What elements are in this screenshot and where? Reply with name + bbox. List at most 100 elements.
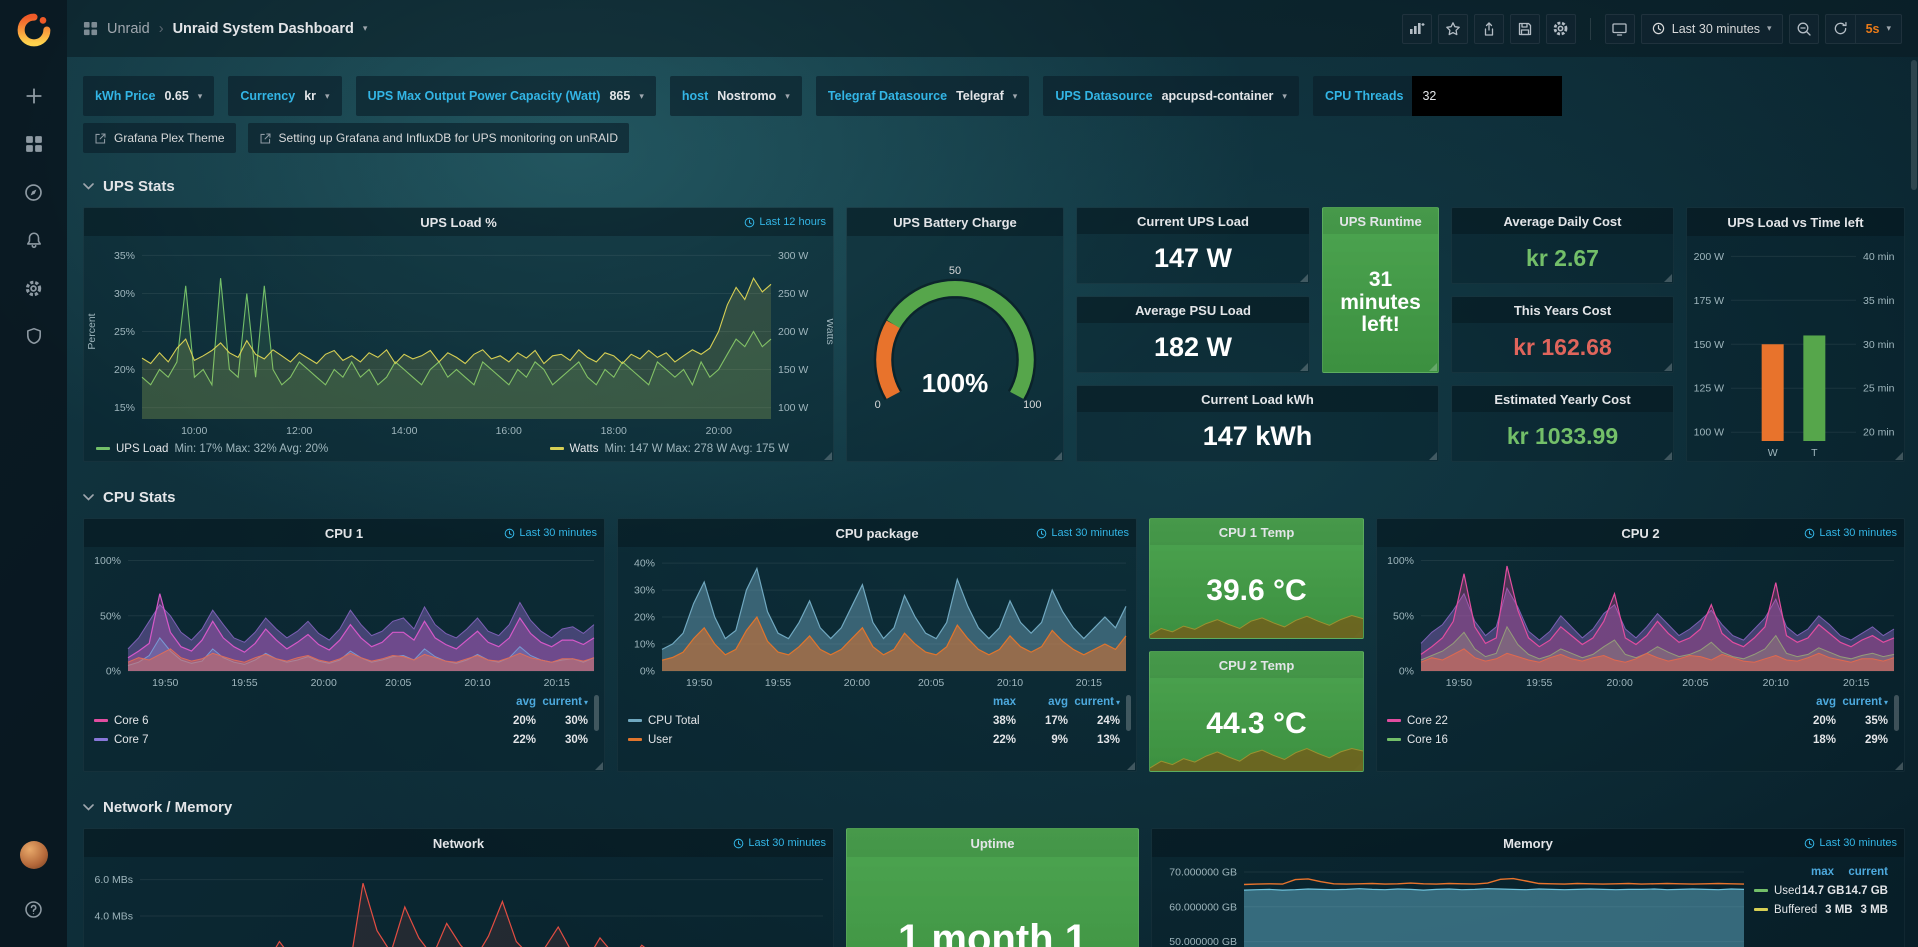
cpu2-chart[interactable]: 0%50%100%19:5019:5520:0020:0520:1020:15 [1377,547,1904,691]
cpu1-chart[interactable]: 0%50%100%19:5019:5520:0020:0520:1020:15 [84,547,604,691]
legend-item[interactable]: UPS Load Min: 17% Max: 32% Avg: 20% [96,443,328,455]
variable-dropdown[interactable]: UPS Max Output Power Capacity (Watt) 865… [356,76,656,116]
panel-header[interactable]: Network Last 30 minutes [84,829,833,857]
panel-header[interactable]: CPU 1 Last 30 minutes [84,519,604,547]
panel-header[interactable]: Current UPS Load [1077,208,1309,234]
panel-title[interactable]: UPS Load vs Time left [1727,215,1863,230]
battery-gauge[interactable]: 050100100% [847,236,1063,461]
panel-header[interactable]: UPS Runtime [1323,208,1438,234]
panel-time-range[interactable]: Last 30 minutes [1804,519,1897,547]
panel-header[interactable]: This Years Cost [1452,297,1673,323]
panel-header[interactable]: Memory Last 30 minutes [1152,829,1904,857]
star-dashboard-button[interactable] [1438,14,1468,44]
variable-dropdown[interactable]: Currency kr ▾ [228,76,341,116]
variable-dropdown[interactable]: kWh Price 0.65 ▾ [83,76,214,116]
panel-title[interactable]: Network [433,836,484,851]
legend-row[interactable]: Buffered 3 MB 3 MB [1754,900,1888,919]
cycle-view-button[interactable] [1605,14,1635,44]
panel-header[interactable]: UPS Load vs Time left [1687,208,1904,236]
time-range-picker[interactable]: Last 30 minutes ▾ [1641,14,1783,44]
panel-header[interactable]: CPU 1 Temp [1150,519,1363,545]
ups-load-chart[interactable]: 15%20%25%30%35%100 W150 W200 W250 W300 W… [84,236,833,439]
legend-scrollbar[interactable] [1126,695,1131,731]
dashboard-title-caret-icon[interactable]: ▾ [363,23,368,34]
page-scrollbar[interactable] [1911,60,1917,190]
user-avatar[interactable] [20,841,48,869]
legend-sort-current[interactable]: current▾ [1836,696,1888,708]
zoom-out-button[interactable] [1789,14,1819,44]
panel-title[interactable]: Current Load kWh [1201,392,1314,407]
panel-header[interactable]: Average Daily Cost [1452,208,1673,234]
panel-header[interactable]: CPU package Last 30 minutes [618,519,1136,547]
panel-header[interactable]: Uptime [847,829,1138,857]
panel-title[interactable]: Average Daily Cost [1503,214,1621,229]
panel-title[interactable]: UPS Load % [420,215,497,230]
legend-sort-max[interactable]: max [1780,866,1834,878]
dashboard-link[interactable]: Grafana Plex Theme [83,123,236,153]
legend-row[interactable]: Used 14.7 GB 14.7 GB [1754,881,1888,900]
sidebar-configuration-button[interactable] [14,268,54,308]
legend-row[interactable]: Core 6 20% 30% [94,711,588,730]
panel-title[interactable]: Memory [1503,836,1553,851]
variable-dropdown[interactable]: UPS Datasource apcupsd-container ▾ [1043,76,1299,116]
variable-dropdown[interactable]: host Nostromo ▾ [670,76,802,116]
save-dashboard-button[interactable] [1510,14,1540,44]
panel-time-range[interactable]: Last 30 minutes [733,829,826,857]
refresh-button[interactable] [1825,14,1855,44]
sidebar-explore-button[interactable] [14,172,54,212]
panel-header[interactable]: UPS Battery Charge [847,208,1063,236]
share-dashboard-button[interactable] [1474,14,1504,44]
legend-row[interactable]: Core 7 22% 30% [94,730,588,749]
sidebar-create-button[interactable] [14,76,54,116]
legend-sort-current[interactable]: current [1834,866,1888,878]
breadcrumb-folder[interactable]: Unraid [107,21,150,37]
refresh-interval-picker[interactable]: 5s ▾ [1855,14,1902,44]
panel-title[interactable]: Current UPS Load [1137,214,1249,229]
panel-header[interactable]: Current Load kWh [1077,386,1438,412]
panel-header[interactable]: CPU 2 Last 30 minutes [1377,519,1904,547]
legend-sort-avg[interactable]: avg [1016,696,1068,708]
panel-time-range[interactable]: Last 30 minutes [1804,829,1897,857]
legend-item[interactable]: Watts Min: 147 W Max: 278 W Avg: 175 W [550,443,789,455]
sidebar-alerting-button[interactable] [14,220,54,260]
panel-title[interactable]: Uptime [970,836,1014,851]
legend-sort-avg[interactable]: avg [1784,696,1836,708]
panel-ups-load-header[interactable]: UPS Load % Last 12 hours [84,208,833,236]
panel-title[interactable]: CPU 1 [325,526,363,541]
section-ups-stats[interactable]: UPS Stats [83,171,1902,201]
legend-row[interactable]: CPU Total 38% 17% 24% [628,711,1120,730]
grafana-logo[interactable] [16,12,52,48]
panel-time-range[interactable]: Last 30 minutes [504,519,597,547]
section-cpu-stats[interactable]: CPU Stats [83,482,1902,512]
panel-header[interactable]: Estimated Yearly Cost [1452,386,1673,412]
panel-time-range[interactable]: Last 12 hours [744,208,826,236]
sidebar-admin-button[interactable] [14,316,54,356]
dashboard-settings-button[interactable] [1546,14,1576,44]
panel-title[interactable]: CPU 2 Temp [1219,658,1295,673]
legend-sort-current[interactable]: current▾ [536,696,588,708]
sidebar-dashboards-button[interactable] [14,124,54,164]
legend-row[interactable]: Core 22 20% 35% [1387,711,1888,730]
variable-dropdown[interactable]: Telegraf Datasource Telegraf ▾ [816,76,1030,116]
panel-title[interactable]: Estimated Yearly Cost [1494,392,1630,407]
panel-title[interactable]: This Years Cost [1514,303,1611,318]
sidebar-help-button[interactable] [14,889,54,929]
panel-header[interactable]: CPU 2 Temp [1150,652,1363,678]
legend-sort-avg[interactable]: avg [484,696,536,708]
cpu-threads-input[interactable] [1412,76,1562,116]
legend-sort-max[interactable]: max [964,696,1016,708]
panel-title[interactable]: UPS Battery Charge [893,215,1017,230]
memory-chart[interactable]: 50.000000 GB60.000000 GB70.000000 GB [1152,857,1754,947]
legend-scrollbar[interactable] [1894,695,1899,731]
panel-title[interactable]: CPU 2 [1621,526,1659,541]
ups-load-vs-time-chart[interactable]: 100 W125 W150 W175 W200 W20 min25 min30 … [1687,236,1904,461]
section-network-memory[interactable]: Network / Memory [83,792,1902,822]
legend-scrollbar[interactable] [594,695,599,731]
panel-title[interactable]: Average PSU Load [1135,303,1251,318]
cpu-package-chart[interactable]: 0%10%20%30%40%19:5019:5520:0020:0520:102… [618,547,1136,691]
legend-row[interactable]: User 22% 9% 13% [628,730,1120,749]
dashboard-link[interactable]: Setting up Grafana and InfluxDB for UPS … [248,123,630,153]
panel-time-range[interactable]: Last 30 minutes [1036,519,1129,547]
legend-sort-current[interactable]: current▾ [1068,696,1120,708]
panel-title[interactable]: UPS Runtime [1339,214,1421,229]
